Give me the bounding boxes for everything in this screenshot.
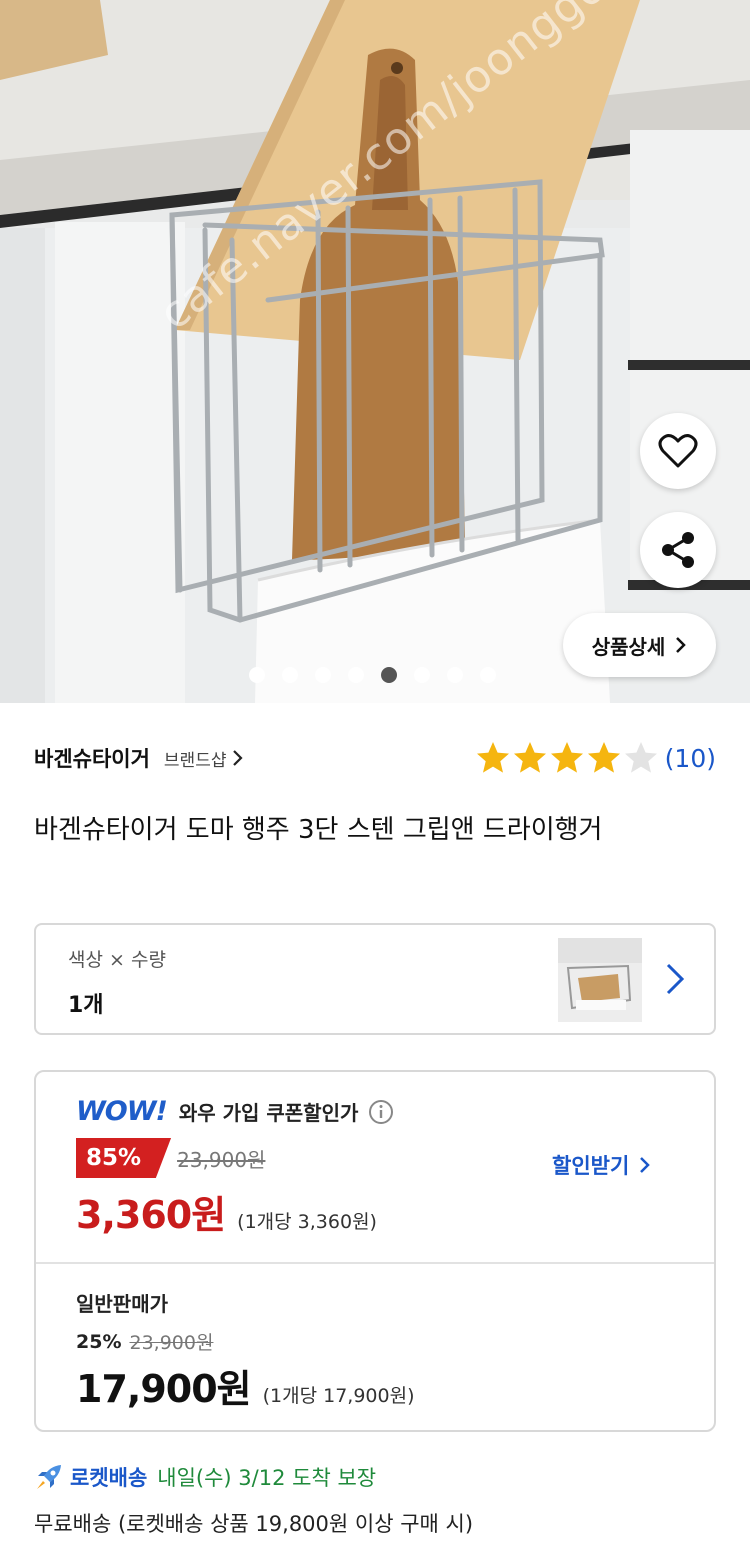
star-filled-icon [587, 742, 620, 773]
brand-name[interactable]: 바겐슈타이거 [34, 743, 150, 773]
normal-price-row: 17,900원 (1개당 17,900원) [76, 1358, 414, 1413]
original-price: 23,900원 [177, 1147, 266, 1172]
arrival-date: 내일(수) 3/12 도착 보장 [157, 1466, 377, 1490]
share-button[interactable] [640, 512, 716, 588]
product-detail-button[interactable]: 상품상세 [563, 613, 716, 677]
carousel-pager[interactable] [249, 667, 496, 683]
carousel-dot[interactable] [348, 667, 364, 683]
get-discount-label: 할인받기 [552, 1154, 630, 1178]
brand-shop-label: 브랜드샵 [163, 750, 227, 771]
carousel-dot[interactable] [480, 667, 496, 683]
heart-icon [658, 434, 698, 468]
brand-shop-link[interactable]: 브랜드샵 [164, 746, 244, 771]
rocket-delivery-row: 로켓배송 내일(수) 3/12 도착 보장 [34, 1462, 376, 1492]
coupon-price: 3,360원 [76, 1193, 226, 1237]
info-icon[interactable] [368, 1099, 394, 1125]
free-shipping-info: 무료배송 (로켓배송 상품 19,800원 이상 구매 시) [34, 1512, 474, 1536]
rocket-delivery-label: 로켓배송 [70, 1466, 148, 1490]
wishlist-button[interactable] [640, 413, 716, 489]
carousel-dot[interactable] [447, 667, 463, 683]
get-discount-button[interactable]: 할인받기 [552, 1150, 651, 1180]
chevron-right-icon [233, 750, 244, 766]
carousel-dot[interactable] [414, 667, 430, 683]
rating[interactable]: (10) [474, 740, 716, 776]
normal-discount-row: 25% 23,900원 [76, 1328, 213, 1355]
option-label: 색상 × 수량 [68, 949, 166, 971]
wow-header: WOW! 와우 가입 쿠폰할인가 [76, 1096, 394, 1127]
product-detail-label: 상품상세 [591, 634, 666, 659]
discount-badge: 85% [76, 1138, 172, 1178]
normal-original-price: 23,900원 [129, 1332, 214, 1354]
carousel-dot[interactable] [282, 667, 298, 683]
star-rating [474, 740, 659, 776]
option-selector[interactable]: 색상 × 수량 1개 [34, 923, 716, 1035]
wow-discount-row: 85% 23,900원 [76, 1138, 265, 1178]
star-empty-icon [624, 742, 657, 773]
product-title: 바겐슈타이거 도마 행주 3단 스텐 그립앤 드라이행거 [34, 815, 603, 845]
price-box: WOW! 와우 가입 쿠폰할인가 85% 23,900원 3,360원 (1개당… [34, 1070, 716, 1432]
star-filled-icon [550, 742, 583, 773]
product-image-carousel[interactable]: cafe.naver.com/joonggonara 상품상세 [0, 0, 750, 703]
star-filled-icon [476, 742, 509, 773]
normal-price: 17,900원 [76, 1367, 252, 1411]
option-thumbnail [558, 938, 642, 1022]
option-value: 1개 [68, 993, 104, 1018]
normal-unit-price: (1개당 17,900원) [262, 1385, 415, 1407]
share-icon [662, 532, 694, 568]
chevron-right-icon [666, 963, 685, 995]
normal-price-label: 일반판매가 [76, 1292, 168, 1316]
chevron-right-icon [676, 637, 687, 653]
carousel-dot[interactable] [249, 667, 265, 683]
product-photo [0, 0, 750, 703]
star-filled-icon [513, 742, 546, 773]
review-count[interactable]: (10) [665, 744, 716, 773]
coupon-unit-price: (1개당 3,360원) [237, 1211, 377, 1233]
wow-logo: WOW! [76, 1096, 168, 1127]
carousel-dot[interactable] [315, 667, 331, 683]
wow-coupon-label: 와우 가입 쿠폰할인가 [178, 1101, 359, 1125]
chevron-right-icon [640, 1157, 651, 1173]
rocket-icon [37, 1465, 61, 1489]
wow-price-row: 3,360원 (1개당 3,360원) [76, 1184, 377, 1239]
normal-discount-rate: 25% [76, 1330, 122, 1353]
carousel-dot[interactable] [381, 667, 397, 683]
brand-row: 바겐슈타이거 브랜드샵 (10) [34, 738, 716, 778]
divider [36, 1262, 714, 1264]
